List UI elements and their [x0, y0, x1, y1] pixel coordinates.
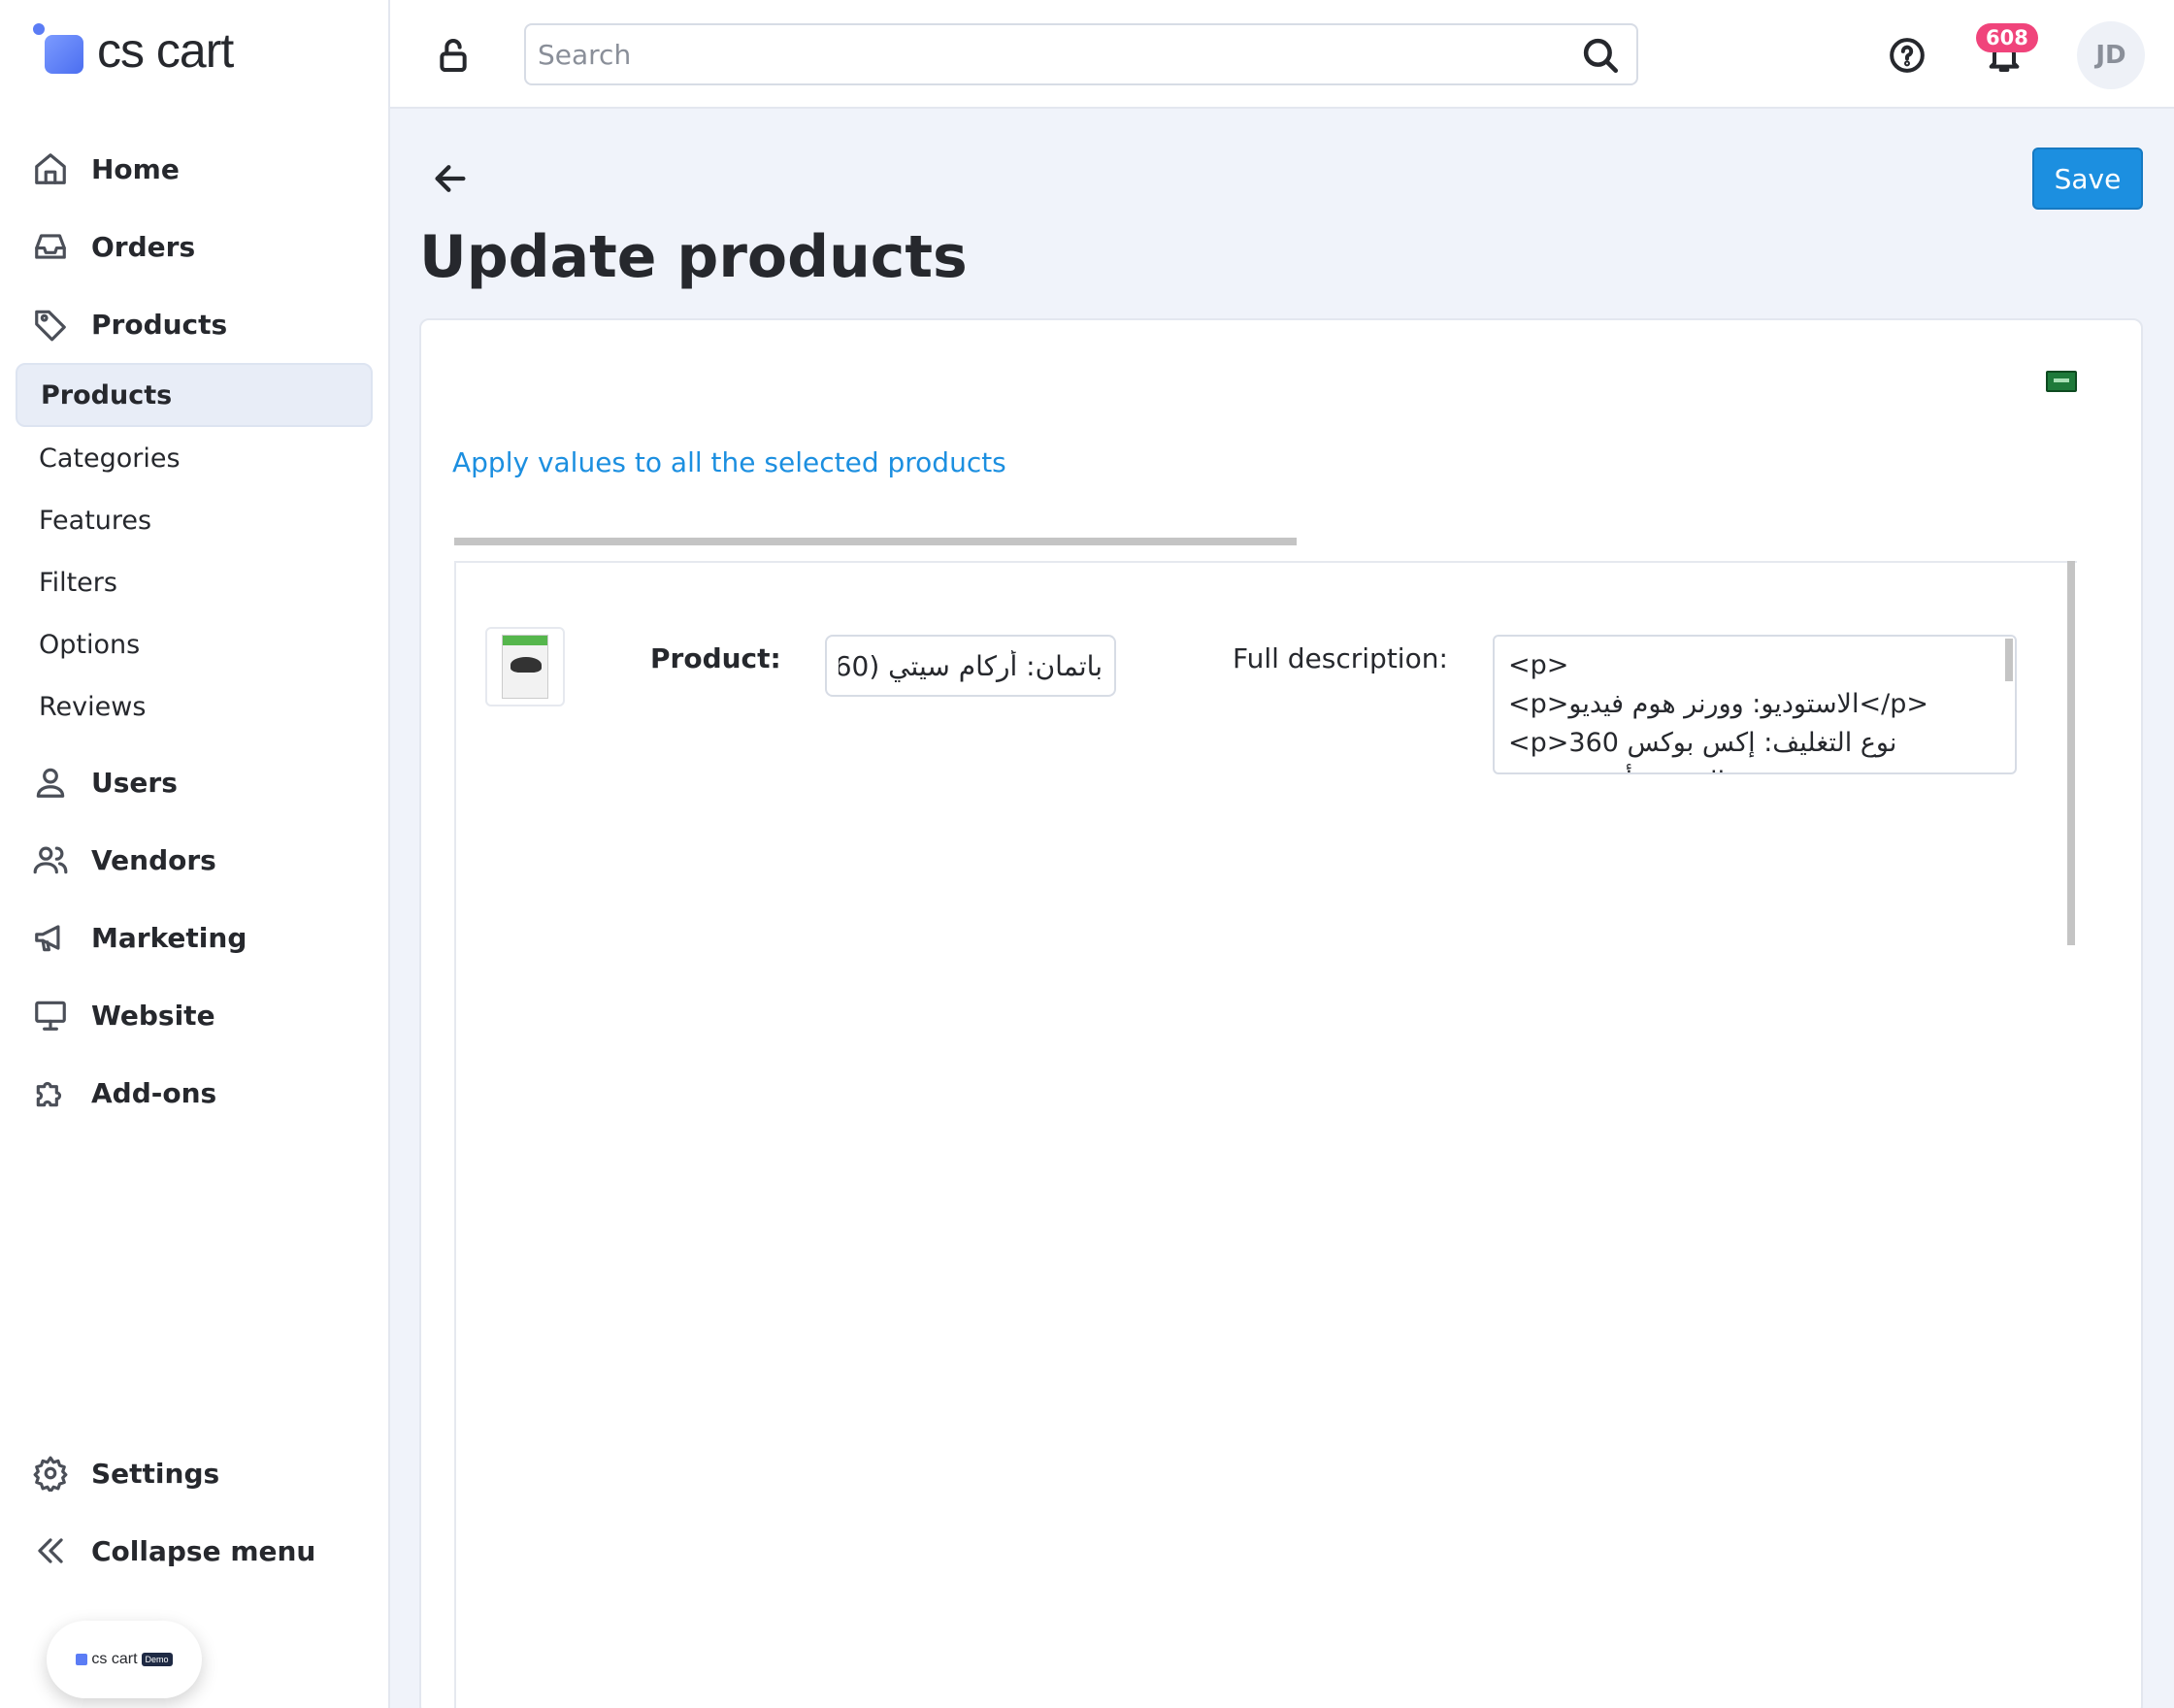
user-icon	[31, 763, 70, 802]
search-icon[interactable]	[1580, 35, 1621, 76]
inbox-icon	[31, 227, 70, 266]
update-products-card: Apply values to all the selected product…	[419, 318, 2143, 1708]
notifications-badge: 608	[1976, 23, 2038, 52]
help-button[interactable]	[1885, 33, 1929, 78]
subnav-options[interactable]: Options	[16, 613, 373, 675]
cs-cart-logo[interactable]: cs cart	[33, 21, 234, 80]
nav-item-home[interactable]: Home	[16, 130, 373, 208]
logo-mark-icon	[33, 23, 87, 78]
chevrons-left-icon	[31, 1531, 70, 1570]
nav-item-addons[interactable]: Add-ons	[16, 1054, 373, 1132]
collapse-menu-button[interactable]: Collapse menu	[16, 1512, 373, 1590]
subnav-reviews[interactable]: Reviews	[16, 675, 373, 738]
save-button[interactable]: Save	[2032, 148, 2143, 210]
user-avatar[interactable]: JD	[2077, 21, 2145, 89]
nav-label: Collapse menu	[91, 1534, 316, 1567]
unlock-icon	[440, 39, 467, 72]
nav-item-marketing[interactable]: Marketing	[16, 899, 373, 976]
demo-promo-button[interactable]: cs cart Demo	[47, 1621, 202, 1698]
nav-label: Settings	[91, 1457, 220, 1490]
nav-label: Orders	[91, 230, 196, 263]
nav-label: Products	[91, 308, 228, 341]
product-thumbnail[interactable]	[485, 627, 565, 706]
search-input[interactable]	[526, 25, 1636, 83]
language-flag-icon[interactable]	[2046, 371, 2077, 392]
nav-item-website[interactable]: Website	[16, 976, 373, 1054]
sidebar-bottom: Settings Collapse menu	[16, 1434, 373, 1590]
storefront-lock-button[interactable]	[431, 33, 476, 78]
mini-logo-icon	[76, 1654, 88, 1665]
puzzle-icon	[31, 1073, 70, 1112]
page-title: Update products	[419, 223, 968, 291]
product-image	[502, 635, 548, 699]
nav-label: Marketing	[91, 921, 247, 954]
gear-icon	[31, 1454, 70, 1493]
top-bar: 608 JD	[390, 0, 2174, 109]
nav-item-users[interactable]: Users	[16, 743, 373, 821]
logo-text: cs cart	[97, 23, 234, 78]
nav-label: Website	[91, 999, 215, 1032]
megaphone-icon	[31, 918, 70, 957]
monitor-icon	[31, 996, 70, 1035]
main-nav: Home Orders Products Products Categories…	[16, 130, 373, 1132]
products-table: Product: Full description: <p> <p>الاستو…	[454, 561, 2077, 1708]
apply-values-link[interactable]: Apply values to all the selected product…	[452, 446, 1006, 478]
home-icon	[31, 149, 70, 188]
nav-item-settings[interactable]: Settings	[16, 1434, 373, 1512]
back-button[interactable]	[431, 159, 470, 198]
description-scrollbar[interactable]	[2005, 639, 2013, 681]
horizontal-scrollbar[interactable]	[454, 538, 1297, 545]
nav-item-vendors[interactable]: Vendors	[16, 821, 373, 899]
users-icon	[31, 840, 70, 879]
demo-badge: Demo	[141, 1653, 173, 1666]
product-label: Product:	[650, 642, 781, 674]
help-icon	[1890, 38, 1925, 73]
subnav-products[interactable]: Products	[16, 363, 373, 427]
promo-text: cs cart	[91, 1651, 138, 1667]
vertical-scrollbar[interactable]	[2067, 561, 2075, 945]
nav-item-products[interactable]: Products	[16, 285, 373, 363]
nav-label: Users	[91, 766, 178, 799]
nav-item-orders[interactable]: Orders	[16, 208, 373, 285]
tag-icon	[31, 305, 70, 344]
sidebar: cs cart Home Orders Products Products Ca…	[0, 0, 390, 1708]
full-description-textarea[interactable]: <p> <p>الاستوديو: وورنر هوم فيديو</p> <p…	[1493, 635, 2017, 774]
subnav-categories[interactable]: Categories	[16, 427, 373, 489]
subnav-filters[interactable]: Filters	[16, 551, 373, 613]
nav-label: Vendors	[91, 843, 216, 876]
full-description-label: Full description:	[1233, 642, 1448, 674]
nav-label: Add-ons	[91, 1076, 217, 1109]
arrow-left-icon	[435, 165, 466, 192]
nav-label: Home	[91, 152, 180, 185]
subnav-features[interactable]: Features	[16, 489, 373, 551]
product-name-input[interactable]	[825, 635, 1116, 697]
search-box	[524, 23, 1638, 85]
products-submenu: Products Categories Features Filters Opt…	[16, 363, 373, 738]
